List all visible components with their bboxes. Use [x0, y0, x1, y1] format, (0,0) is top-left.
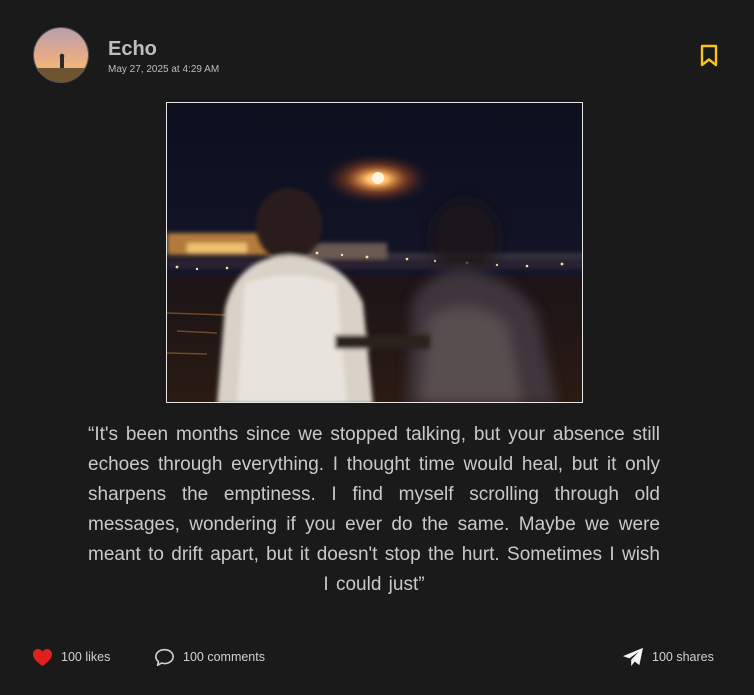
night-scene-photo [167, 103, 582, 402]
likes-count: 100 likes [61, 650, 111, 664]
share-button[interactable]: 100 shares [622, 645, 714, 669]
bookmark-icon [700, 44, 718, 67]
avatar[interactable] [33, 27, 89, 83]
avatar-image [34, 28, 88, 82]
author-name[interactable]: Echo [108, 38, 157, 61]
post-quote: “It's been months since we stopped talki… [88, 424, 660, 595]
post-card: Echo May 27, 2025 at 4:29 AM “It's been … [0, 0, 754, 695]
like-button[interactable]: 100 likes [32, 645, 110, 669]
paper-plane-icon [623, 647, 643, 667]
shares-count: 100 shares [652, 650, 714, 664]
post-image[interactable] [166, 102, 583, 403]
comment-button[interactable]: 100 comments [154, 645, 265, 669]
heart-icon [33, 648, 52, 666]
bookmark-button[interactable] [698, 44, 720, 68]
post-date: May 27, 2025 at 4:29 AM [108, 64, 220, 75]
comments-count: 100 comments [183, 650, 265, 664]
comment-icon [155, 648, 174, 666]
